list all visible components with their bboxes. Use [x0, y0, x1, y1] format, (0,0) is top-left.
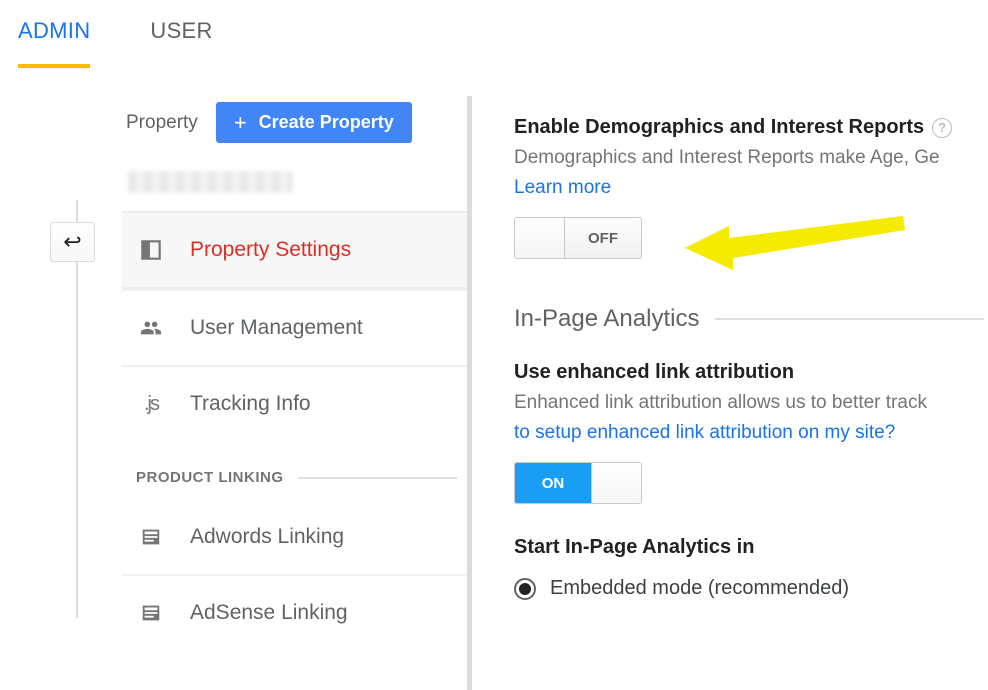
vertical-divider — [76, 200, 78, 618]
radio-dot-icon — [519, 583, 531, 595]
property-header-row: Property + Create Property — [122, 96, 467, 157]
sidebar-item-tracking-info[interactable]: .js Tracking Info — [122, 365, 467, 441]
section-title-text: In-Page Analytics — [514, 305, 699, 333]
back-button[interactable]: ↩ — [50, 222, 95, 262]
section-title: PRODUCT LINKING — [136, 469, 284, 486]
heading-text: Enable Demographics and Interest Reports — [514, 116, 924, 139]
toggle-knob — [591, 463, 641, 503]
section-divider — [298, 477, 458, 479]
list-icon — [136, 600, 166, 626]
sidebar-item-property-settings[interactable]: Property Settings — [122, 211, 467, 289]
users-icon — [136, 315, 166, 341]
sidebar-item-label: User Management — [190, 316, 363, 340]
top-tabs: ADMIN USER — [0, 0, 988, 68]
sidebar-item-label: Tracking Info — [190, 392, 311, 416]
settings-panel-icon — [136, 237, 166, 263]
create-property-label: Create Property — [259, 112, 394, 133]
sidebar-item-adsense-linking[interactable]: AdSense Linking — [122, 574, 467, 650]
property-label: Property — [126, 112, 198, 134]
demographics-heading: Enable Demographics and Interest Reports… — [514, 116, 984, 139]
demographics-subtext: Demographics and Interest Reports make A… — [514, 147, 984, 169]
help-icon[interactable]: ? — [932, 118, 952, 138]
plus-icon: + — [234, 116, 247, 130]
demographics-toggle[interactable]: OFF — [514, 217, 642, 259]
enhanced-setup-link[interactable]: to setup enhanced link attribution on my… — [514, 422, 895, 444]
property-sidebar: Property + Create Property Property Sett… — [122, 96, 472, 690]
sidebar-item-adwords-linking[interactable]: Adwords Linking — [122, 500, 467, 574]
tab-admin[interactable]: ADMIN — [18, 18, 90, 68]
js-icon: .js — [136, 391, 166, 417]
enhanced-link-heading: Use enhanced link attribution — [514, 361, 984, 384]
heading-text: Start In-Page Analytics in — [514, 536, 754, 559]
enhanced-link-toggle[interactable]: ON — [514, 462, 642, 504]
radio-embedded[interactable] — [514, 578, 536, 600]
heading-text: Use enhanced link attribution — [514, 361, 794, 384]
tab-user[interactable]: USER — [150, 18, 212, 68]
embedded-mode-option[interactable]: Embedded mode (recommended) — [514, 577, 984, 600]
section-product-linking: PRODUCT LINKING — [122, 441, 467, 500]
sidebar-item-user-management[interactable]: User Management — [122, 289, 467, 365]
start-inpage-heading: Start In-Page Analytics in — [514, 536, 984, 559]
settings-content: Enable Demographics and Interest Reports… — [514, 96, 984, 690]
radio-label: Embedded mode (recommended) — [550, 577, 849, 600]
sidebar-item-label: Property Settings — [190, 238, 351, 262]
enhanced-link-subtext: Enhanced link attribution allows us to b… — [514, 392, 984, 414]
main-layout: Property + Create Property Property Sett… — [50, 96, 988, 690]
back-arrow-icon: ↩ — [63, 229, 81, 255]
toggle-off-label: OFF — [565, 218, 641, 258]
inpage-section-title: In-Page Analytics — [514, 305, 984, 333]
list-icon — [136, 524, 166, 550]
toggle-knob — [515, 218, 565, 258]
toggle-on-label: ON — [515, 463, 591, 503]
learn-more-link[interactable]: Learn more — [514, 177, 611, 199]
property-name-redacted — [128, 171, 293, 193]
sidebar-item-label: Adwords Linking — [190, 525, 344, 549]
sidebar-item-label: AdSense Linking — [190, 601, 348, 625]
create-property-button[interactable]: + Create Property — [216, 102, 412, 143]
section-divider — [715, 318, 984, 320]
